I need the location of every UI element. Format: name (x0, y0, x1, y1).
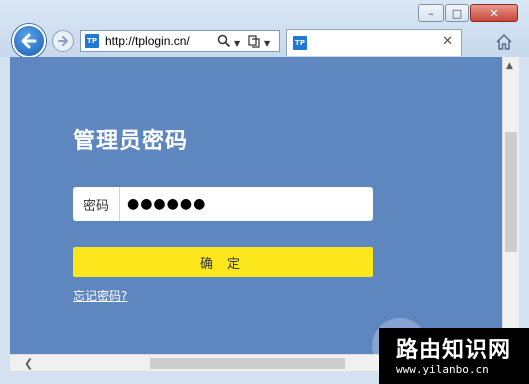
forward-button[interactable] (52, 30, 74, 52)
scroll-up-icon[interactable]: ▲ (506, 61, 513, 71)
address-url[interactable]: http://tplogin.cn/ (105, 34, 190, 48)
login-page: 管理员密码 密码 确定 忘记密码? (10, 57, 502, 354)
maximize-icon: □ (451, 6, 463, 20)
watermark-url: www.yilanbo.cn (396, 363, 489, 376)
horizontal-scroll-thumb[interactable] (150, 358, 345, 369)
watermark: 路由知识网 www.yilanbo.cn (379, 328, 529, 384)
scroll-left-icon[interactable]: ❮ (24, 357, 33, 370)
watermark-text: 路由知识网 (396, 337, 512, 363)
tab-favicon: TP (293, 36, 307, 50)
maximize-button[interactable]: □ (445, 4, 469, 22)
refresh-icon[interactable]: ▼ (264, 37, 270, 51)
close-icon[interactable]: ✕ (442, 34, 453, 49)
browser-toolbar: – □ ✕ TP http://tplogin.cn/ ▼ ▼ TP ✕ (0, 0, 529, 58)
confirm-button[interactable]: 确定 (73, 247, 373, 277)
home-icon (496, 34, 512, 50)
password-input[interactable] (123, 193, 371, 215)
page-title: 管理员密码 (73, 129, 189, 154)
back-arrow-icon (21, 33, 37, 49)
address-bar[interactable]: TP http://tplogin.cn/ ▼ ▼ (80, 30, 280, 52)
home-button[interactable] (492, 31, 516, 53)
browser-tab[interactable]: TP ✕ (286, 29, 462, 56)
left-window-frame (0, 57, 10, 384)
password-label: 密码 (73, 187, 120, 221)
forward-arrow-icon (58, 36, 68, 46)
forgot-password-link[interactable]: 忘记密码? (73, 287, 127, 304)
minimize-icon: – (428, 6, 434, 20)
search-icon[interactable] (217, 34, 231, 51)
compat-view-icon[interactable] (247, 34, 261, 51)
vertical-scroll-thumb[interactable] (505, 132, 517, 252)
password-field-group: 密码 (73, 187, 373, 221)
minimize-button[interactable]: – (418, 4, 444, 22)
site-favicon: TP (85, 34, 99, 48)
back-button[interactable] (12, 24, 46, 58)
close-window-icon: ✕ (489, 6, 499, 20)
close-window-button[interactable]: ✕ (470, 4, 518, 22)
search-dropdown-icon[interactable]: ▼ (234, 37, 240, 51)
vertical-scrollbar[interactable]: ▲ (502, 57, 519, 354)
